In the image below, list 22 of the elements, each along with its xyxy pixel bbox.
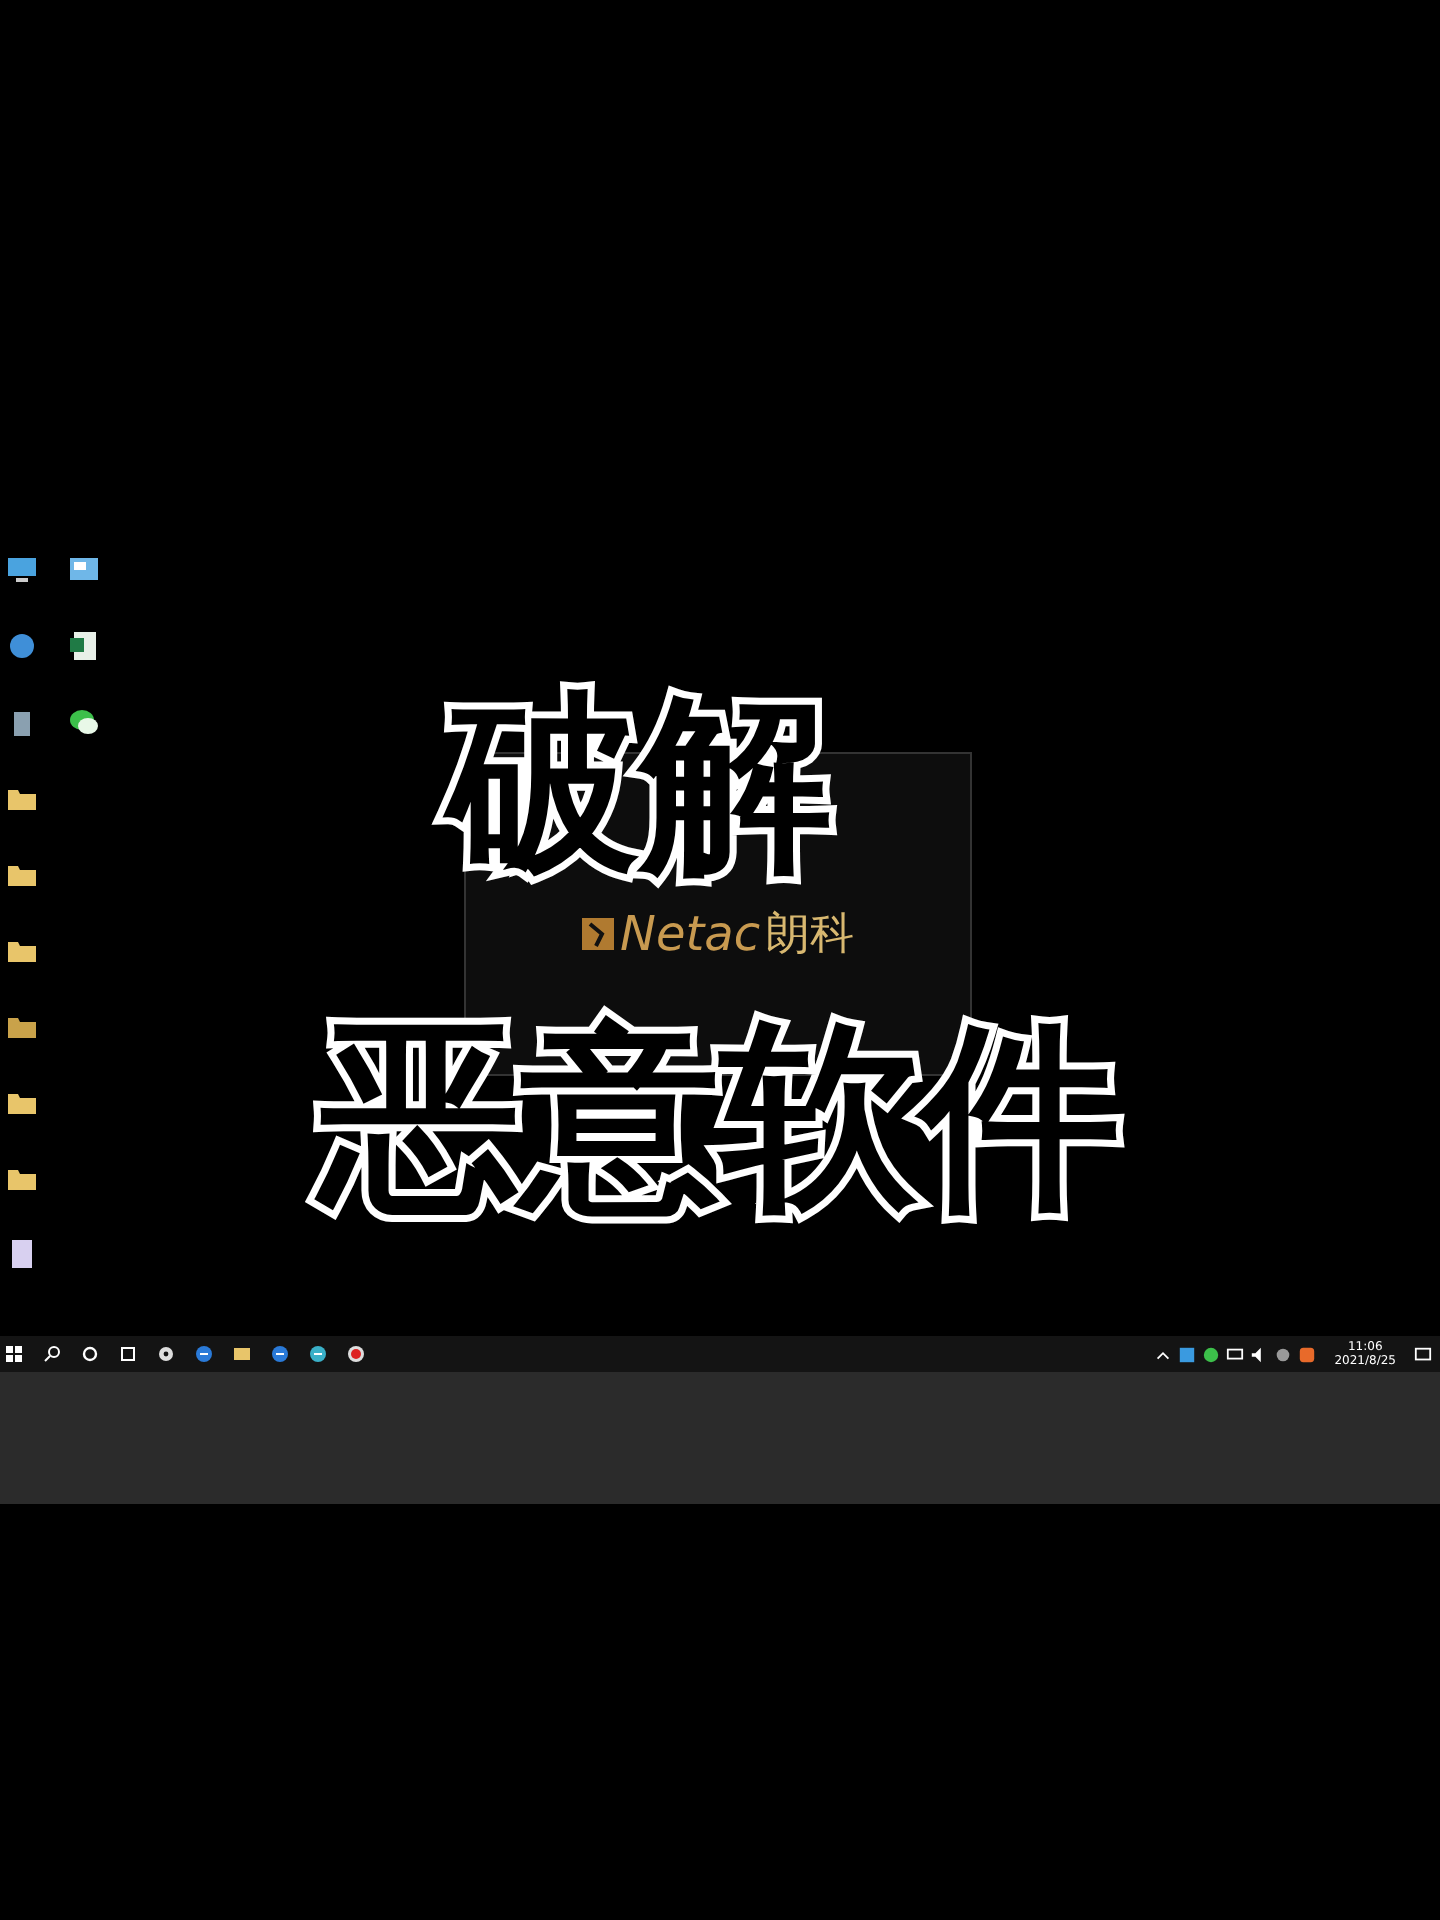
- search-icon[interactable]: [42, 1344, 62, 1364]
- app-icon[interactable]: [1178, 1345, 1197, 1363]
- folder-icon[interactable]: [232, 1344, 252, 1364]
- brand-name: 朗科: [766, 908, 855, 964]
- logo-icon: [581, 916, 614, 952]
- windows-icon[interactable]: [4, 1344, 24, 1364]
- chat-icon[interactable]: [68, 704, 100, 740]
- document-icon[interactable]: [6, 1236, 38, 1272]
- browser-icon[interactable]: [270, 1344, 290, 1364]
- browser-icon[interactable]: [194, 1344, 214, 1364]
- chat-icon[interactable]: [1202, 1345, 1221, 1363]
- computer-icon[interactable]: [6, 552, 38, 588]
- spreadsheet-icon[interactable]: [68, 628, 100, 664]
- circle-icon[interactable]: [80, 1344, 100, 1364]
- task-view-icon[interactable]: [118, 1344, 138, 1364]
- notification-icon[interactable]: [1414, 1345, 1432, 1363]
- record-icon[interactable]: [346, 1344, 366, 1364]
- browser-icon[interactable]: [308, 1344, 328, 1364]
- network-icon[interactable]: [1226, 1345, 1245, 1363]
- brand-name: Netac: [619, 906, 761, 962]
- caption-text: 恶意软件: [304, 992, 1136, 1242]
- caption-text: 破解: [432, 664, 848, 904]
